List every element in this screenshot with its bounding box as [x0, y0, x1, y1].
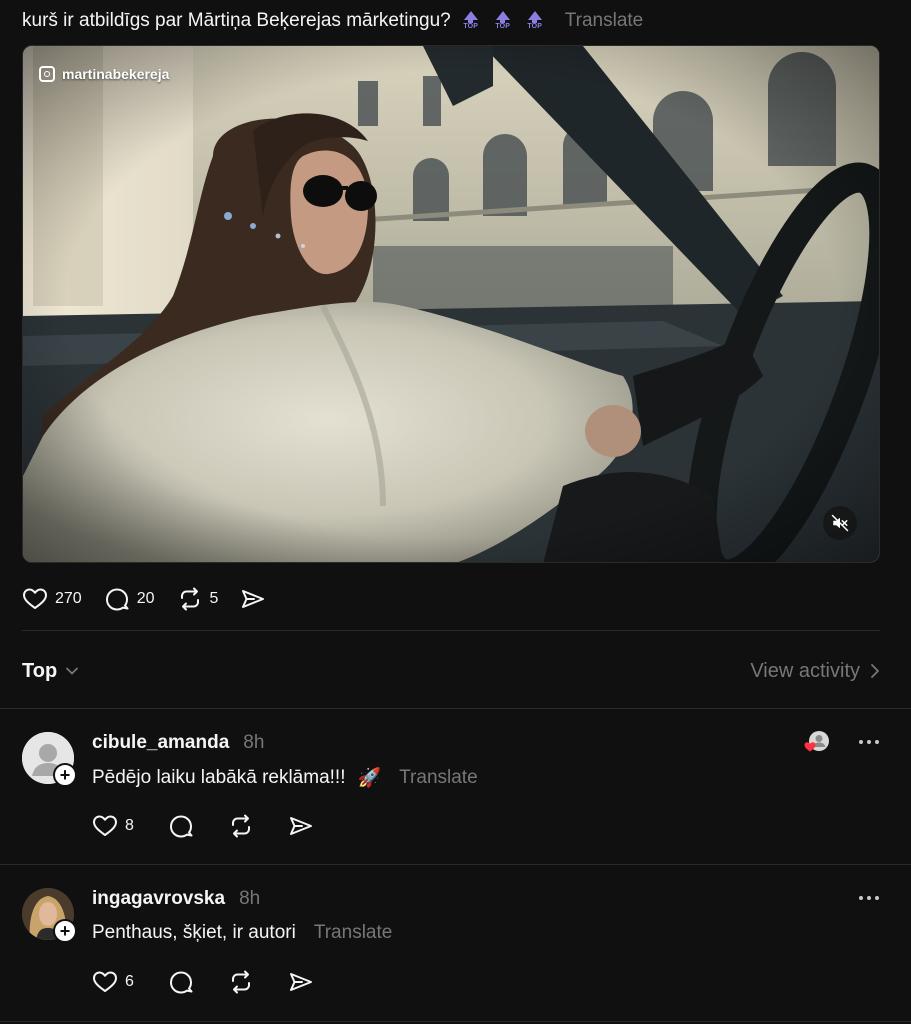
mute-toggle-button[interactable]: [823, 506, 857, 540]
repost-button[interactable]: 5: [177, 587, 219, 611]
comment-icon: [169, 815, 193, 838]
comment-time[interactable]: 8h: [243, 732, 264, 754]
top-arrow-icon: TOP: [491, 9, 515, 33]
volume-off-icon: [831, 514, 849, 532]
comment-item: + ingagavrovska 8h Penthaus, šķiet, ir a…: [0, 864, 911, 1024]
sort-label: Top: [22, 659, 58, 682]
comment-username[interactable]: ingagavrovska: [92, 888, 225, 910]
comment-text: Penthaus, šķiet, ir autori: [92, 922, 296, 943]
video-frame: [23, 46, 879, 562]
comment-actions: 8: [92, 814, 348, 838]
repost-count: 5: [209, 590, 219, 607]
comment-text-row: Pēdējo laiku labākā reklāma!!! 🚀 Transla…: [92, 766, 478, 790]
translate-link[interactable]: Translate: [399, 767, 478, 789]
comment-reply-button[interactable]: [168, 970, 194, 994]
watermark-handle: martinabekereja: [62, 66, 170, 82]
like-button[interactable]: 270: [22, 587, 82, 611]
comment-like-count: 6: [125, 973, 134, 990]
heart-icon: [93, 815, 117, 836]
comment-username[interactable]: cibule_amanda: [92, 732, 229, 754]
comment-repost-button[interactable]: [228, 814, 254, 838]
comment-icon: [169, 971, 193, 994]
top-arrow-icon: TOP: [523, 9, 547, 33]
chevron-right-icon: [871, 664, 879, 678]
comment-reply-button[interactable]: [168, 814, 194, 838]
heart-icon: [93, 971, 117, 992]
sort-dropdown[interactable]: Top: [22, 660, 79, 683]
comment-share-button[interactable]: [288, 970, 314, 994]
divider: [22, 630, 880, 631]
like-count: 270: [55, 590, 82, 607]
follow-plus-icon[interactable]: +: [53, 919, 77, 943]
more-options-button[interactable]: [859, 740, 879, 744]
comment-item: + cibule_amanda 8h Pēdējo laiku labākā r…: [0, 708, 911, 865]
send-icon: [289, 817, 312, 835]
view-activity-link[interactable]: View activity: [750, 660, 880, 683]
comment-time[interactable]: 8h: [239, 888, 260, 910]
comment-repost-button[interactable]: [228, 970, 254, 994]
comment-icon: [105, 588, 129, 611]
repost-icon: [180, 587, 199, 611]
comment-like-count: 8: [125, 817, 134, 834]
send-icon: [242, 590, 265, 608]
follow-plus-icon[interactable]: +: [53, 763, 77, 787]
divider: [0, 1021, 911, 1022]
chevron-down-icon: [66, 667, 79, 675]
comment-text: Pēdējo laiku labākā reklāma!!!: [92, 767, 346, 788]
post-caption: kurš ir atbildīgs par Mārtiņa Beķerejas …: [22, 10, 451, 31]
heart-icon: [23, 588, 47, 609]
top-arrow-icon: TOP: [459, 9, 483, 33]
reply-count: 20: [136, 590, 155, 607]
more-options-button[interactable]: [859, 896, 879, 900]
rocket-emoji: 🚀: [357, 768, 382, 789]
liked-by-author-badge: [803, 730, 829, 756]
send-icon: [289, 973, 312, 991]
comment-actions: 6: [92, 970, 348, 994]
comment-avatar[interactable]: +: [22, 732, 77, 787]
comment-like-button[interactable]: 8: [92, 814, 134, 838]
comment-share-button[interactable]: [288, 814, 314, 838]
comment-avatar[interactable]: +: [22, 888, 77, 943]
thread-page: kurš ir atbildīgs par Mārtiņa Beķerejas …: [0, 0, 911, 1024]
reply-button[interactable]: 20: [104, 587, 155, 611]
repost-icon: [231, 970, 250, 994]
translate-link[interactable]: Translate: [314, 922, 393, 944]
comment-header: ingagavrovska 8h: [92, 888, 260, 910]
post-caption-row: kurš ir atbildīgs par Mārtiņa Beķerejas …: [22, 8, 643, 34]
instagram-icon: [39, 66, 55, 82]
comment-text-row: Penthaus, šķiet, ir autori Translate: [92, 922, 392, 944]
translate-link[interactable]: Translate: [565, 10, 644, 32]
post-actions: 270 20 5: [22, 584, 288, 614]
repost-icon: [231, 814, 250, 838]
liked-by-author-icon: [804, 731, 829, 752]
comment-header: cibule_amanda 8h: [92, 732, 264, 754]
replies-header: Top View activity: [22, 656, 880, 686]
post-video[interactable]: martinabekereja: [22, 45, 880, 563]
video-watermark: martinabekereja: [39, 66, 169, 82]
view-activity-label: View activity: [750, 659, 860, 682]
comment-like-button[interactable]: 6: [92, 970, 134, 994]
share-button[interactable]: [240, 587, 266, 611]
